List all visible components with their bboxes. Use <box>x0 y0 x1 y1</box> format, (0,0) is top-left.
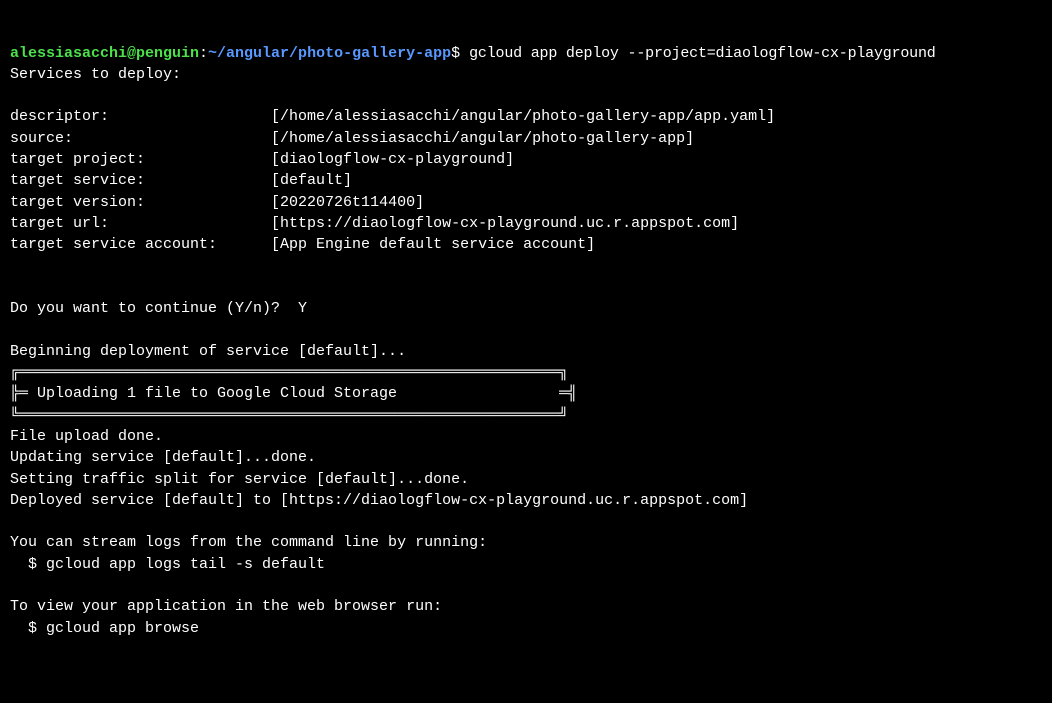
setting-traffic: Setting traffic split for service [defau… <box>10 471 469 488</box>
prompt-path: ~/angular/photo-gallery-app <box>208 45 451 62</box>
services-header: Services to deploy: <box>10 66 181 83</box>
target-service-value: [default] <box>271 172 352 189</box>
prompt-user: alessiasacchi@penguin <box>10 45 199 62</box>
upload-box-bottom: ╚═══════════════════════════════════════… <box>10 407 568 424</box>
target-url-label: target url: <box>10 215 271 232</box>
descriptor-value: [/home/alessiasacchi/angular/photo-galle… <box>271 108 775 125</box>
target-svc-acct-value: [App Engine default service account] <box>271 236 595 253</box>
descriptor-label: descriptor: <box>10 108 271 125</box>
target-svc-acct-label: target service account: <box>10 236 271 253</box>
upload-box-mid: ╠═ Uploading 1 file to Google Cloud Stor… <box>10 385 577 402</box>
target-version-label: target version: <box>10 194 271 211</box>
prompt-colon: : <box>199 45 208 62</box>
target-project-value: [diaologflow-cx-playground] <box>271 151 514 168</box>
beginning-deploy: Beginning deployment of service [default… <box>10 343 406 360</box>
confirm-answer: Y <box>298 300 307 317</box>
command-text: gcloud app deploy --project=diaologflow-… <box>469 45 935 62</box>
deployed-service: Deployed service [default] to [https://d… <box>10 492 748 509</box>
confirm-prompt: Do you want to continue (Y/n)? <box>10 300 298 317</box>
terminal-output[interactable]: alessiasacchi@penguin:~/angular/photo-ga… <box>10 43 1042 639</box>
target-project-label: target project: <box>10 151 271 168</box>
upload-box-top: ╔═══════════════════════════════════════… <box>10 364 568 381</box>
browse-hint: To view your application in the web brow… <box>10 598 442 615</box>
source-label: source: <box>10 130 271 147</box>
prompt-dollar: $ <box>451 45 469 62</box>
updating-service: Updating service [default]...done. <box>10 449 316 466</box>
upload-done: File upload done. <box>10 428 163 445</box>
logs-hint: You can stream logs from the command lin… <box>10 534 487 551</box>
target-url-value: [https://diaologflow-cx-playground.uc.r.… <box>271 215 739 232</box>
logs-cmd: $ gcloud app logs tail -s default <box>10 556 325 573</box>
target-service-label: target service: <box>10 172 271 189</box>
browse-cmd: $ gcloud app browse <box>10 620 199 637</box>
source-value: [/home/alessiasacchi/angular/photo-galle… <box>271 130 694 147</box>
target-version-value: [20220726t114400] <box>271 194 424 211</box>
